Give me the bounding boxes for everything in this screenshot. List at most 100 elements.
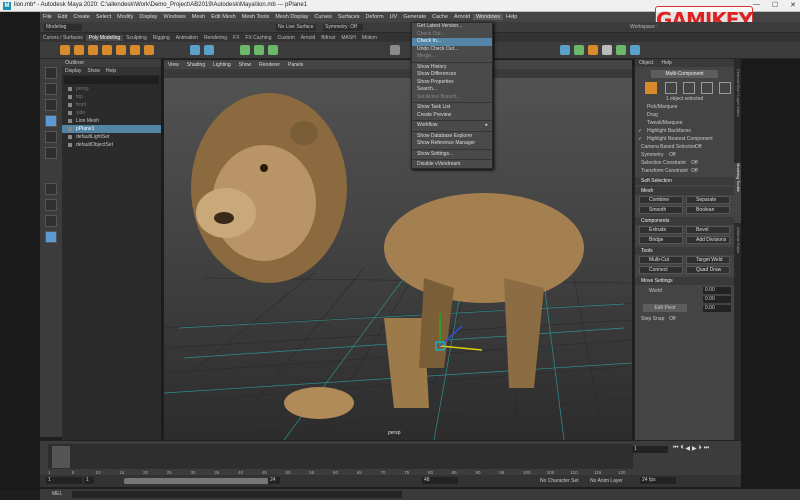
start-frame-field[interactable]: 1 bbox=[46, 477, 82, 484]
move-z-field[interactable]: 0.00 bbox=[703, 305, 731, 312]
single-layout-icon[interactable] bbox=[45, 183, 57, 195]
menu-windows[interactable]: Windows bbox=[160, 14, 188, 20]
outliner-search-input[interactable] bbox=[64, 76, 159, 84]
shelf-tab-mash[interactable]: MASH bbox=[338, 35, 358, 41]
four-layout-icon[interactable] bbox=[45, 199, 57, 211]
mesh-section-header[interactable]: Mesh bbox=[635, 187, 734, 195]
menu-item-show-history[interactable]: Show History bbox=[412, 64, 492, 72]
tab-help[interactable]: Help bbox=[661, 59, 671, 67]
menu-edit[interactable]: Edit bbox=[55, 14, 70, 20]
shelf-tab-bifrost[interactable]: Bifrost bbox=[318, 35, 338, 41]
menu-item-show-settings[interactable]: Show Settings... bbox=[412, 151, 492, 159]
quad-draw-button[interactable]: Quad Draw bbox=[686, 266, 730, 274]
menu-modify[interactable]: Modify bbox=[114, 14, 136, 20]
menu-wondows[interactable]: Wondows bbox=[472, 14, 504, 20]
outliner-item[interactable]: persp bbox=[62, 85, 161, 93]
add-divisions-button[interactable]: Add Divisions bbox=[686, 236, 730, 244]
range-in-field[interactable]: 1 bbox=[84, 477, 94, 484]
target-weld-button[interactable]: Target Weld bbox=[686, 256, 730, 264]
script-language-label[interactable]: MEL bbox=[52, 491, 62, 497]
menu-surfaces[interactable]: Surfaces bbox=[335, 14, 363, 20]
uv-layout-icon[interactable] bbox=[588, 45, 598, 55]
pick-option-pick-marquee[interactable]: Pick/Marquee bbox=[635, 103, 734, 111]
menu-item-get-latest-version[interactable]: Get Latest Version... bbox=[412, 23, 492, 31]
uv-cut-icon[interactable] bbox=[602, 45, 612, 55]
step-back-icon[interactable]: ⏴ bbox=[680, 445, 683, 454]
viewport-menu-show[interactable]: Show bbox=[235, 62, 256, 68]
move-settings-header[interactable]: Move Settings bbox=[635, 277, 734, 285]
character-set-field[interactable]: No Character Set bbox=[540, 478, 579, 484]
menu-arnold[interactable]: Arnold bbox=[451, 14, 473, 20]
paint-select-icon[interactable] bbox=[45, 99, 57, 111]
shelf-tab-curves-surfaces[interactable]: Curves / Surfaces bbox=[40, 35, 86, 41]
menu-file[interactable]: File bbox=[40, 14, 55, 20]
time-slider-track[interactable] bbox=[48, 444, 633, 469]
edit-pivot-button[interactable]: Edit Pivot bbox=[643, 304, 687, 312]
transform-constraint-row[interactable]: Transform Constraint Off bbox=[635, 167, 734, 175]
extrude-button[interactable]: Extrude bbox=[639, 226, 683, 234]
shelf-tab-sculpting[interactable]: Sculpting bbox=[123, 35, 150, 41]
bridge-icon[interactable] bbox=[254, 45, 264, 55]
menu-item-create-preview[interactable]: Create Preview bbox=[412, 112, 492, 120]
time-slider[interactable]: 1 5 10 15 20 25 30 35 40 45 50 55 60 65 70 75 80 85 90 95 10… bbox=[40, 440, 741, 475]
shelf-tab-poly-modeling[interactable]: Poly Modeling bbox=[85, 34, 124, 41]
extrude-icon[interactable] bbox=[240, 45, 250, 55]
outliner-item[interactable]: pPlane1 bbox=[62, 125, 161, 133]
pick-option-highlight-nearest-component[interactable]: Highlight Nearest Component bbox=[635, 135, 734, 143]
menu-item-show-task-list[interactable]: Show Task List bbox=[412, 104, 492, 112]
step-snap-row[interactable]: Step Snap Off bbox=[635, 315, 734, 323]
current-frame-marker[interactable] bbox=[52, 446, 70, 468]
menu-item-show-reference-manager[interactable]: Show Reference Manager bbox=[412, 140, 492, 148]
menu-item-disable-vvendream[interactable]: Disable vVendream bbox=[412, 161, 492, 169]
tools-section-header[interactable]: Tools bbox=[635, 247, 734, 255]
menu-help[interactable]: Help bbox=[503, 14, 520, 20]
smooth-button[interactable]: Smooth bbox=[639, 206, 683, 214]
outliner-menu-show[interactable]: Show bbox=[87, 67, 100, 75]
scale-tool-icon[interactable] bbox=[45, 147, 57, 159]
menu-uv[interactable]: UV bbox=[387, 14, 401, 20]
multicut-icon[interactable] bbox=[390, 45, 400, 55]
shelf-tab-custom[interactable]: Custom bbox=[275, 35, 298, 41]
menu-item-show-differences[interactable]: Show Differences bbox=[412, 71, 492, 79]
shelf-tab-fx-caching[interactable]: FX Caching bbox=[242, 35, 274, 41]
menu-item-show-properties[interactable]: Show Properties bbox=[412, 79, 492, 87]
menu-curves[interactable]: Curves bbox=[311, 14, 334, 20]
side-layout-icon[interactable] bbox=[45, 215, 57, 227]
go-start-icon[interactable]: ⏮ bbox=[673, 445, 678, 454]
cube-icon[interactable] bbox=[74, 45, 84, 55]
shelf-tab-motion[interactable]: Motion bbox=[359, 35, 380, 41]
bevel-button[interactable]: Bevel bbox=[686, 226, 730, 234]
outliner-item[interactable]: front bbox=[62, 101, 161, 109]
anim-layer-field[interactable]: No Anim Layer bbox=[590, 478, 623, 484]
multi-cut-button[interactable]: Multi-Cut bbox=[639, 256, 683, 264]
menu-mesh-tools[interactable]: Mesh Tools bbox=[239, 14, 273, 20]
cone-icon[interactable] bbox=[102, 45, 112, 55]
uv-unfold-icon[interactable] bbox=[574, 45, 584, 55]
uv-icon[interactable] bbox=[560, 45, 570, 55]
current-frame-field[interactable]: 1 bbox=[632, 446, 668, 453]
live-surface-field[interactable]: No Live Surface bbox=[276, 24, 316, 31]
outliner-item[interactable]: Lion Mesh bbox=[62, 117, 161, 125]
tab-object[interactable]: Object bbox=[639, 59, 653, 67]
bridge-button[interactable]: Bridge bbox=[639, 236, 683, 244]
plane-icon[interactable] bbox=[130, 45, 140, 55]
sphere-icon[interactable] bbox=[60, 45, 70, 55]
maximize-button[interactable]: ☐ bbox=[772, 1, 778, 9]
combine-icon[interactable] bbox=[190, 45, 200, 55]
outliner-menu-help[interactable]: Help bbox=[106, 67, 116, 75]
menu-generate[interactable]: Generate bbox=[400, 14, 429, 20]
viewport-menu-shading[interactable]: Shading bbox=[183, 62, 209, 68]
edge-mode-icon[interactable] bbox=[683, 82, 695, 94]
menu-cache[interactable]: Cache bbox=[429, 14, 451, 20]
menu-item-search[interactable]: Search... bbox=[412, 86, 492, 94]
menu-mesh-display[interactable]: Mesh Display bbox=[272, 14, 311, 20]
object-mode-icon[interactable] bbox=[645, 82, 657, 94]
minimize-button[interactable]: — bbox=[753, 1, 760, 9]
menu-select[interactable]: Select bbox=[93, 14, 114, 20]
combine-button[interactable]: Combine bbox=[639, 196, 683, 204]
command-input[interactable] bbox=[72, 491, 402, 498]
uv-editor-icon[interactable] bbox=[630, 45, 640, 55]
face-mode-icon[interactable] bbox=[701, 82, 713, 94]
shelf-tab-animation[interactable]: Animation bbox=[173, 35, 201, 41]
move-x-field[interactable]: 0.00 bbox=[703, 287, 731, 294]
